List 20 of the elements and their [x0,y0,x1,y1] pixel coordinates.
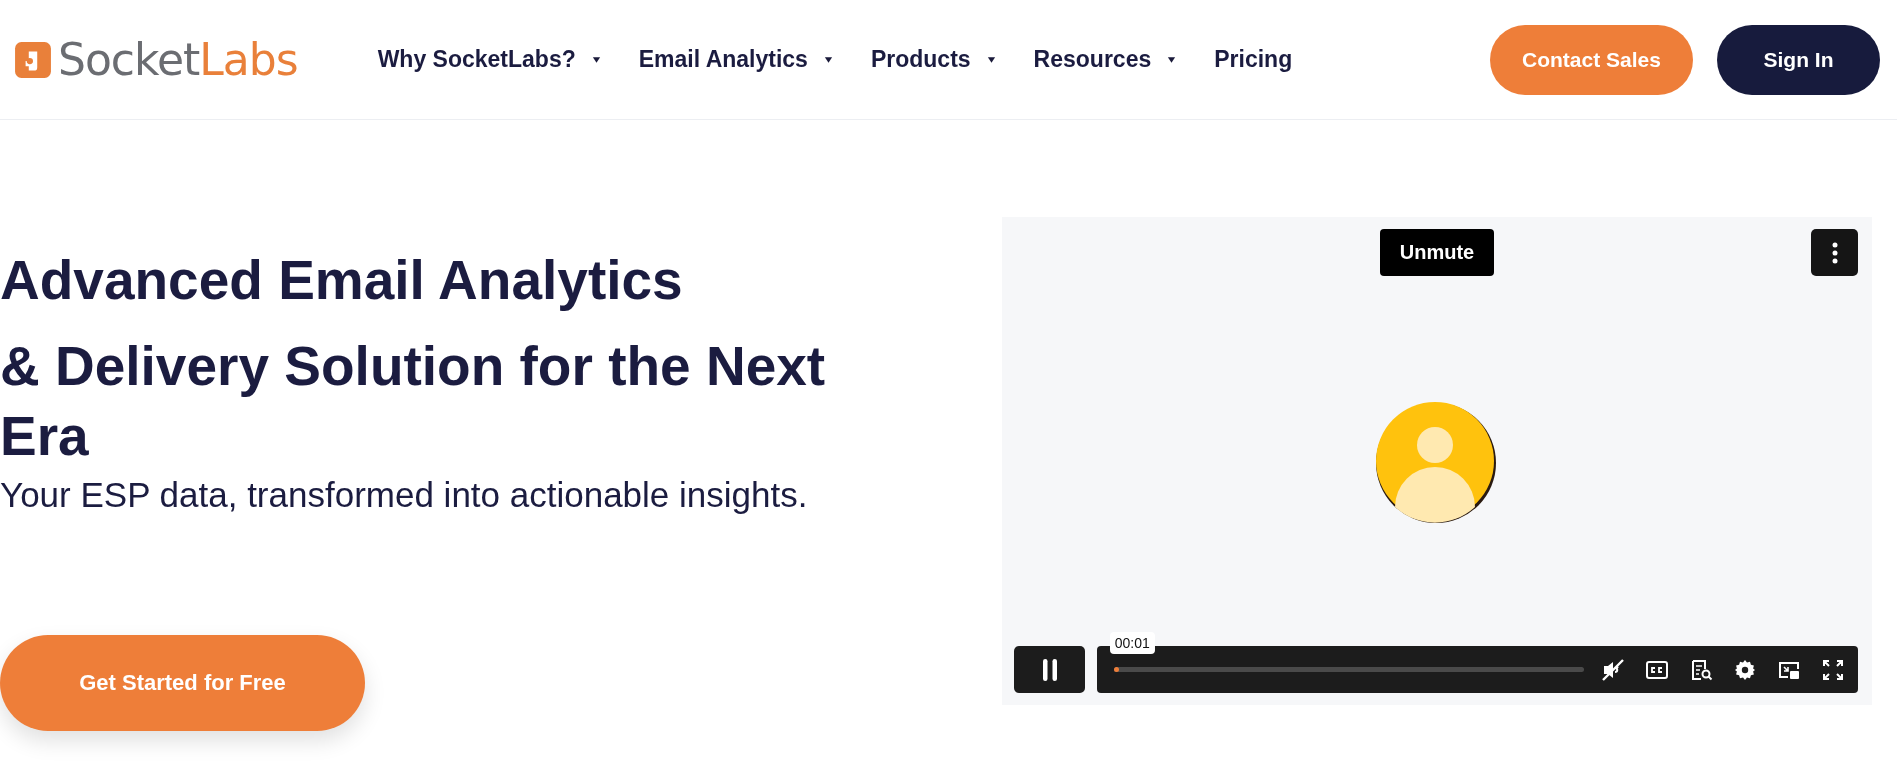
mute-icon [1601,657,1625,682]
nav-link[interactable]: Why SocketLabs? [377,46,601,73]
more-options-button[interactable] [1811,229,1858,276]
unmute-button[interactable]: Unmute [1380,229,1494,276]
more-icon [1831,241,1838,264]
avatar-icon [1375,401,1497,523]
headline: & Delivery Solution for the Next Era [0,334,827,469]
transcript-search-icon [1689,657,1713,682]
pause-button[interactable] [1014,646,1085,693]
headline: Advanced Email Analytics [0,249,684,311]
logo[interactable]: SocketLabs [14,34,298,85]
nav-link[interactable]: Email Analytics [638,46,833,73]
subtitle: Your ESP data, transformed into actionable insights. [0,475,809,515]
time-tooltip: 00:01 [1109,632,1155,654]
fullscreen-icon [1821,657,1845,682]
nav-link[interactable]: Products [870,46,996,73]
sign-in-button[interactable]: Sign In [1717,24,1880,95]
nav-link[interactable]: Resources [1033,46,1177,73]
nav-link[interactable]: Pricing [1214,46,1293,73]
pause-icon [1041,658,1058,681]
